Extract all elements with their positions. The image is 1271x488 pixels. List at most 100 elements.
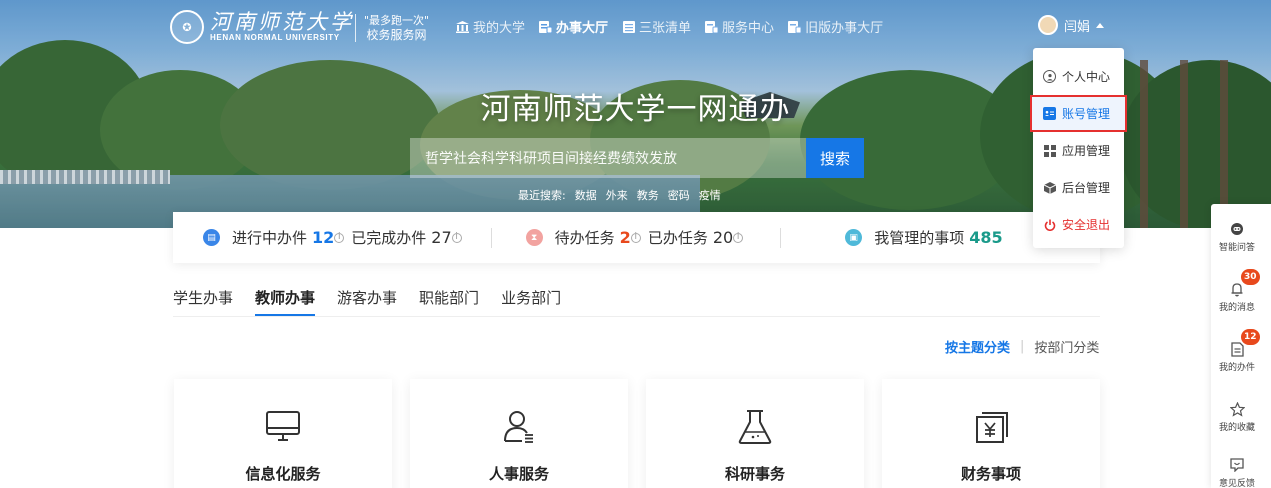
search-button[interactable]: 搜索 [806, 138, 864, 178]
robot-icon [1211, 218, 1263, 240]
right-sidebar: 智能问答 30 我的消息 12 我的办件 我的收藏 意见反馈 [1211, 204, 1271, 488]
building-icon [456, 20, 469, 33]
site-slogan: "最多跑一次" 校务服务网 [364, 13, 429, 43]
sort-separator: | [1020, 339, 1025, 354]
search-bar: 搜索 [410, 138, 864, 178]
stat-in-progress-value[interactable]: 12 [312, 228, 334, 247]
stat-managed-value[interactable]: 485 [969, 228, 1002, 247]
recent-search-item[interactable]: 密码 [668, 187, 690, 203]
recent-search-item[interactable]: 数据 [575, 187, 597, 203]
id-card-icon [1043, 107, 1056, 120]
apps-grid-icon [1043, 144, 1056, 157]
power-icon [1043, 218, 1056, 231]
service-card-finance[interactable]: 财务事项 [882, 379, 1100, 488]
document-icon: 12 [1211, 329, 1263, 360]
tab-visitor[interactable]: 游客办事 [337, 287, 397, 308]
university-logo[interactable]: ✪ 河南师范大学 HENAN NORMAL UNIVERSITY [170, 10, 354, 44]
info-icon: i [630, 232, 641, 243]
recent-search-label: 最近搜索: [518, 189, 566, 202]
document-icon: ▤ [203, 229, 220, 246]
feedback-icon [1211, 454, 1263, 476]
stat-managed-label[interactable]: 我管理的事项 [874, 227, 964, 248]
sidebar-item-messages[interactable]: 30 我的消息 [1211, 269, 1263, 313]
nav-old-hall[interactable]: 旧版办事大厅 [788, 17, 883, 36]
info-icon: i [451, 232, 462, 243]
logo-divider [355, 14, 356, 42]
sort-options: 按主题分类 | 按部门分类 [945, 337, 1099, 356]
nav-label: 服务中心 [722, 21, 775, 36]
card-title: 信息化服务 [245, 465, 321, 483]
service-card-hr[interactable]: 人事服务 [410, 379, 628, 488]
tab-student[interactable]: 学生办事 [173, 287, 233, 308]
sidebar-item-label: 我的消息 [1218, 303, 1255, 313]
sort-by-department[interactable]: 按部门分类 [1034, 337, 1099, 356]
service-card-research[interactable]: 科研事务 [646, 379, 864, 488]
menu-item-label: 后台管理 [1062, 181, 1111, 195]
sidebar-item-smart-qa[interactable]: 智能问答 [1211, 218, 1263, 253]
main-nav: 我的大学 办事大厅 三张清单 服务中心 旧版办事大厅 [456, 17, 883, 36]
card-title: 人事服务 [488, 465, 549, 483]
stat-group-tasks: ⧗ 待办任务 2 i 已办任务 20 i [525, 227, 751, 248]
monitor-icon [174, 409, 392, 445]
stat-in-progress-label[interactable]: 进行中办件 [232, 227, 307, 248]
menu-item-label: 应用管理 [1062, 144, 1111, 158]
recent-search-item[interactable]: 教务 [637, 187, 659, 203]
hourglass-icon: ⧗ [525, 229, 543, 246]
briefcase-icon: ▣ [845, 229, 863, 246]
sort-by-topic[interactable]: 按主题分类 [945, 337, 1010, 356]
sidebar-item-favorites[interactable]: 我的收藏 [1211, 398, 1263, 433]
service-card-it[interactable]: 信息化服务 [174, 379, 392, 488]
yuan-bill-icon [882, 409, 1100, 445]
stat-pending-label[interactable]: 待办任务 [555, 227, 615, 248]
tab-business-departments[interactable]: 业务部门 [501, 287, 561, 308]
nav-label: 办事大厅 [556, 21, 609, 36]
menu-item-app-management[interactable]: 应用管理 [1033, 132, 1124, 169]
menu-item-admin[interactable]: 后台管理 [1033, 169, 1124, 206]
menu-item-logout[interactable]: 安全退出 [1033, 206, 1124, 243]
stat-group-managed: ▣ 我管理的事项 485 [845, 227, 1003, 248]
tab-teacher[interactable]: 教师办事 [255, 287, 316, 317]
sidebar-item-label: 我的办件 [1218, 363, 1255, 373]
recent-search-item[interactable]: 外来 [606, 187, 628, 203]
nav-label: 我的大学 [473, 21, 526, 36]
nav-service-center[interactable]: 服务中心 [705, 17, 774, 36]
star-icon [1211, 398, 1263, 420]
menu-item-label: 账号管理 [1062, 107, 1111, 121]
card-title: 财务事项 [960, 465, 1021, 483]
sidebar-item-label: 我的收藏 [1218, 423, 1255, 433]
tabs-divider [173, 316, 1100, 317]
flask-icon [646, 409, 864, 445]
old-hall-icon [788, 20, 802, 33]
user-dropdown-menu: 个人中心 账号管理 应用管理 后台管理 安全退出 [1030, 48, 1127, 248]
list-icon [622, 20, 635, 33]
caret-up-icon [1096, 22, 1105, 28]
person-icon [410, 409, 628, 445]
recent-search-item[interactable]: 疫情 [699, 187, 721, 203]
nav-my-university[interactable]: 我的大学 [456, 17, 525, 36]
user-name: 闫娟 [1064, 19, 1091, 35]
sidebar-item-feedback[interactable]: 意见反馈 [1211, 454, 1263, 488]
nav-three-lists[interactable]: 三张清单 [622, 17, 691, 36]
stat-pending-value[interactable]: 2 [620, 228, 631, 247]
info-icon: i [334, 232, 345, 243]
stat-completed-label[interactable]: 已完成办件 [351, 227, 426, 248]
stat-done-value[interactable]: 20 [713, 228, 733, 247]
menu-item-personal-center[interactable]: 个人中心 [1033, 58, 1124, 95]
stat-done-label[interactable]: 已办任务 [648, 227, 708, 248]
stats-divider [490, 227, 492, 248]
search-input[interactable] [410, 138, 806, 178]
recent-searches: 最近搜索: 数据 外来 教务 密码 疫情 [518, 187, 721, 203]
stat-completed-value[interactable]: 27 [431, 228, 451, 247]
tab-functional-departments[interactable]: 职能部门 [419, 287, 479, 308]
menu-item-account-management[interactable]: 账号管理 [1030, 95, 1127, 132]
sidebar-item-label: 智能问答 [1218, 243, 1255, 253]
logo-chinese-name: 河南师范大学 [210, 10, 354, 34]
logo-english-name: HENAN NORMAL UNIVERSITY [210, 33, 340, 42]
card-title: 科研事务 [724, 465, 785, 483]
stats-bar: ▤ 进行中办件 12 i 已完成办件 27 i ⧗ 待办任务 2 i 已办任务 … [173, 212, 1100, 263]
slogan-line1: "最多跑一次" [364, 14, 430, 27]
category-tabs: 学生办事 教师办事 游客办事 职能部门 业务部门 [173, 287, 561, 317]
nav-service-hall[interactable]: 办事大厅 [539, 17, 608, 36]
user-menu-trigger[interactable]: 闫娟 [1038, 15, 1105, 35]
sidebar-item-my-cases[interactable]: 12 我的办件 [1211, 329, 1263, 373]
